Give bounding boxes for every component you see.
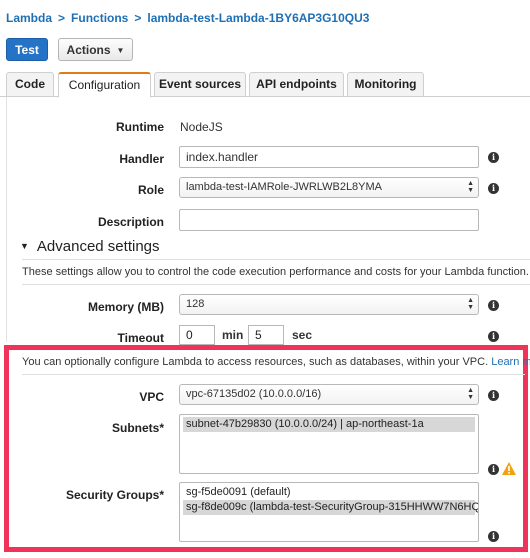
tab-monitoring[interactable]: Monitoring	[347, 72, 424, 97]
memory-select[interactable]: 128 ▲ ▼	[179, 294, 479, 315]
security-groups-label: Security Groups*	[65, 488, 164, 502]
select-arrows-icon: ▲ ▼	[467, 387, 474, 401]
breadcrumb-separator: >	[134, 11, 142, 25]
divider	[22, 284, 530, 285]
caret-down-icon: ▼	[116, 45, 125, 55]
info-icon[interactable]: i	[488, 464, 499, 475]
vpc-description-text: You can optionally configure Lambda to a…	[22, 356, 489, 368]
info-icon[interactable]: i	[488, 531, 499, 542]
info-icon[interactable]: i	[488, 390, 499, 401]
subnets-label: Subnets*	[111, 421, 164, 435]
tab-code[interactable]: Code	[6, 72, 54, 97]
role-select[interactable]: lambda-test-IAMRole-JWRLWB2L8YMA ▲ ▼	[179, 177, 479, 198]
info-icon[interactable]: i	[488, 152, 499, 163]
runtime-value: NodeJS	[180, 120, 223, 134]
advanced-settings-title: Advanced settings	[36, 238, 160, 255]
list-item[interactable]: subnet-47b29830 (10.0.0.0/24) | ap-north…	[183, 417, 475, 432]
actions-button[interactable]: Actions ▼	[58, 38, 133, 61]
tab-event-sources[interactable]: Event sources	[154, 72, 246, 97]
breadcrumb: Lambda > Functions > lambda-test-Lambda-1BY6…	[6, 11, 369, 25]
breadcrumb-separator: >	[58, 11, 66, 25]
description-input[interactable]	[179, 209, 479, 231]
timeout-min-unit: min	[222, 328, 244, 342]
panel-border	[6, 97, 7, 342]
divider	[22, 259, 530, 260]
vpc-select-value: vpc-67135d02 (10.0.0.0/16)	[186, 388, 322, 400]
select-arrows-icon: ▲ ▼	[467, 297, 474, 311]
timeout-min-input[interactable]: 0	[179, 325, 215, 345]
test-button[interactable]: Test	[6, 38, 48, 61]
vpc-select[interactable]: vpc-67135d02 (10.0.0.0/16) ▲ ▼	[179, 384, 479, 405]
advanced-settings-toggle[interactable]: ▼ Advanced settings	[20, 238, 160, 255]
info-icon[interactable]: i	[488, 331, 499, 342]
subnets-listbox[interactable]: subnet-47b29830 (10.0.0.0/24) | ap-north…	[179, 414, 479, 474]
list-item[interactable]: sg-f8de009c (lambda-test-SecurityGroup-3…	[183, 500, 478, 515]
info-icon[interactable]: i	[488, 183, 499, 194]
breadcrumb-functions[interactable]: Functions	[71, 11, 128, 25]
tab-api-endpoints[interactable]: API endpoints	[249, 72, 344, 97]
caret-down-icon: ▼	[20, 241, 29, 251]
timeout-label: Timeout	[117, 331, 164, 345]
actions-label: Actions	[66, 42, 111, 57]
info-icon[interactable]: i	[488, 300, 499, 311]
handler-input[interactable]: index.handler	[179, 146, 479, 168]
timeout-sec-input[interactable]: 5	[248, 325, 284, 345]
breadcrumb-lambda[interactable]: Lambda	[6, 11, 52, 25]
learn-more-link[interactable]: Learn mor	[491, 356, 530, 368]
breadcrumb-function-name[interactable]: lambda-test-Lambda-1BY6AP3G10QU3	[147, 11, 369, 25]
role-label: Role	[137, 183, 164, 197]
memory-label: Memory (MB)	[87, 300, 164, 314]
description-label: Description	[97, 215, 164, 229]
timeout-sec-unit: sec	[292, 328, 313, 342]
list-item[interactable]: sg-f5de0091 (default)	[183, 485, 475, 500]
role-select-value: lambda-test-IAMRole-JWRLWB2L8YMA	[186, 181, 383, 193]
security-groups-listbox[interactable]: sg-f5de0091 (default) sg-f8de009c (lambd…	[179, 482, 479, 542]
handler-label: Handler	[119, 152, 164, 166]
memory-select-value: 128	[186, 298, 205, 310]
vpc-label: VPC	[139, 390, 164, 404]
tab-configuration[interactable]: Configuration	[58, 72, 151, 98]
vpc-description: You can optionally configure Lambda to a…	[22, 356, 530, 368]
select-arrows-icon: ▲ ▼	[467, 180, 474, 194]
runtime-label: Runtime	[116, 120, 164, 134]
divider	[22, 374, 525, 375]
advanced-settings-description: These settings allow you to control the …	[22, 266, 530, 278]
